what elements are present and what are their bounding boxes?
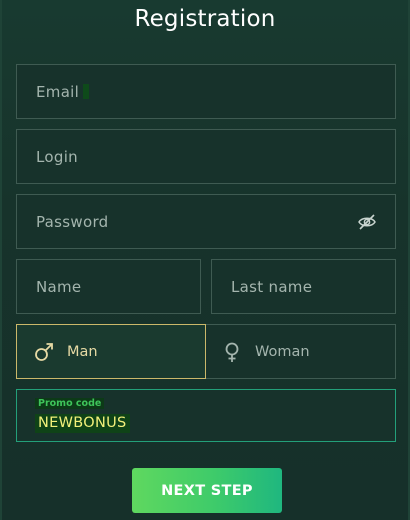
- password-placeholder: Password: [36, 212, 109, 231]
- next-step-button[interactable]: NEXT STEP: [132, 468, 282, 513]
- password-field[interactable]: Password: [16, 194, 396, 249]
- email-field[interactable]: Email: [16, 64, 396, 119]
- male-icon: [35, 342, 53, 361]
- login-placeholder: Login: [36, 147, 78, 166]
- gender-label-woman: Woman: [255, 343, 310, 360]
- promo-code-label: Promo code: [35, 398, 105, 409]
- last-name-placeholder: Last name: [231, 277, 313, 296]
- gender-label-man: Man: [67, 343, 98, 360]
- gender-option-man[interactable]: Man: [16, 324, 206, 379]
- eye-off-icon[interactable]: [357, 212, 377, 232]
- gender-option-woman[interactable]: Woman: [207, 325, 395, 378]
- registration-panel: Registration Email Login Password Name L…: [0, 0, 410, 520]
- panel-edge-left: [0, 0, 2, 520]
- text-cursor: [83, 84, 90, 99]
- page-title: Registration: [134, 6, 276, 32]
- last-name-field[interactable]: Last name: [211, 259, 396, 314]
- female-icon: [225, 342, 239, 362]
- promo-code-value: NEWBONUS: [35, 414, 130, 433]
- first-name-field[interactable]: Name: [16, 259, 201, 314]
- promo-code-field[interactable]: Promo code NEWBONUS: [16, 389, 396, 442]
- login-field[interactable]: Login: [16, 129, 396, 184]
- email-placeholder: Email: [36, 82, 80, 101]
- first-name-placeholder: Name: [36, 277, 82, 296]
